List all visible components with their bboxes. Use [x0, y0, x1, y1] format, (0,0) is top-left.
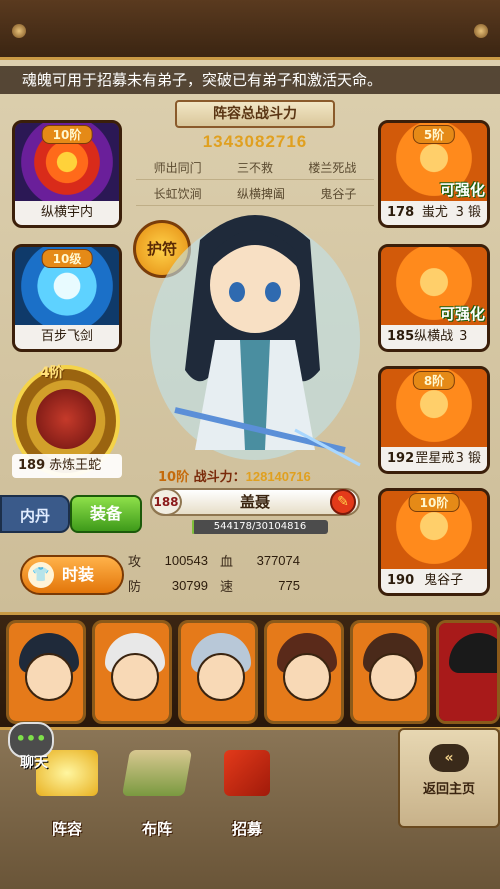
pet-label: 189 赤炼王蛇 — [12, 454, 122, 478]
slot-name: 蚩尤 — [421, 205, 448, 220]
hero-face-icon — [197, 653, 245, 701]
slot-name: 鬼谷子 — [424, 573, 464, 588]
upgrade-badge: 可强化 — [439, 181, 485, 199]
roster-portrait-2[interactable] — [92, 620, 172, 724]
roster-portrait-4[interactable] — [264, 620, 344, 724]
hero-upgrade-button[interactable]: ✎ — [330, 489, 356, 515]
stat-hp: 377074 — [256, 553, 300, 568]
roster-portrait-1[interactable] — [6, 620, 86, 724]
slot-level: 192 — [387, 451, 415, 466]
slot-rank: 10阶 — [408, 493, 460, 512]
slot-rank: 10级 — [41, 249, 93, 268]
formation-board-icon — [121, 750, 193, 796]
hero-figure[interactable] — [145, 200, 365, 470]
slot-weapon[interactable]: 5阶 可强化 178 蚩尤 3 锻 — [378, 120, 490, 228]
hero-power: 128140716 — [245, 469, 311, 484]
fate-item[interactable]: 楼兰死战 — [304, 158, 360, 177]
pet-level: 189 — [18, 458, 46, 473]
roster-portrait-5[interactable] — [350, 620, 430, 724]
nav-formation[interactable]: 布阵 — [112, 750, 202, 838]
hero-face-icon — [369, 653, 417, 701]
slot-martial-art-1[interactable]: 10阶 纵横宇内 — [12, 120, 122, 228]
hero-stats: 攻 100543 血 377074 防 30799 速 775 — [128, 548, 360, 598]
exp-fill — [192, 520, 195, 534]
slot-name: 百步飞剑 — [40, 329, 93, 344]
slot-rank: 10阶 — [41, 125, 93, 144]
slot-count: 3 锻 — [455, 451, 481, 466]
slot-armor[interactable]: 可强化 185 纵横战袍 3 锻 — [378, 244, 490, 352]
slot-name: 罡星戒 — [415, 451, 455, 466]
hero-face-icon — [25, 653, 73, 701]
return-home-label: 返回主页 — [422, 782, 475, 797]
recruit-flag-icon — [224, 750, 270, 796]
slot-name: 纵横宇内 — [40, 205, 93, 220]
fate-item[interactable]: 师出同门 — [150, 158, 206, 177]
slot-level: 190 — [387, 573, 415, 588]
stat-speed: 775 — [278, 578, 300, 593]
roster-portrait-3[interactable] — [178, 620, 258, 724]
fate-row-1: 师出同门 三不救 楼兰死战 — [136, 156, 374, 180]
fashion-label: 时装 — [62, 565, 95, 584]
stat-label: 攻 — [128, 555, 142, 570]
red-snake-icon — [36, 389, 96, 449]
nav-recruit-label: 招募 — [231, 820, 262, 838]
tip-bar: 魂魄可用于招募未有弟子，突破已有弟子和激活天命。 — [0, 66, 500, 94]
top-frame — [0, 0, 500, 60]
stat-label: 血 — [220, 555, 234, 570]
stat-defense: 30799 — [171, 578, 208, 593]
lineup-power-value: 1343082716 — [202, 132, 308, 151]
fate-item[interactable]: 三不救 — [233, 158, 277, 177]
hero-face-icon — [283, 653, 331, 701]
lineup-power-banner: 阵容总战斗力 — [175, 100, 335, 128]
slot-book[interactable]: 10阶 190 鬼谷子 — [378, 488, 490, 596]
slot-rank: 5阶 — [412, 125, 456, 144]
hero-exp-text: 544178/30104816 — [213, 521, 307, 532]
slot-count: 3 锻 — [455, 205, 481, 220]
pet-rank: 4阶 — [40, 365, 64, 381]
shirt-icon: 👕 — [28, 562, 54, 588]
hero-face-icon — [111, 653, 159, 701]
slot-name: 纵横战袍 — [414, 329, 454, 344]
hero-power-label: 战斗力： — [193, 470, 246, 485]
tab-neidan[interactable]: 内丹 — [0, 495, 70, 533]
hero-rank-power: 10阶 战斗力：128140716 — [158, 466, 311, 485]
fashion-button[interactable]: 👕 时装 — [20, 555, 124, 595]
tab-equip[interactable]: 装备 — [70, 495, 142, 533]
slot-rank: 8阶 — [412, 371, 456, 390]
nav-formation-label: 布阵 — [141, 820, 172, 838]
hero-exp-bar: 544178/30104816 — [192, 520, 328, 534]
slot-level: 185 — [387, 329, 415, 344]
slot-ring[interactable]: 8阶 192 罡星戒 3 锻 — [378, 366, 490, 474]
stat-label: 防 — [128, 580, 142, 595]
slot-martial-art-2[interactable]: 10级 百步飞剑 — [12, 244, 122, 352]
chat-label: 聊天 — [20, 755, 48, 771]
nav-lineup-label: 阵容 — [51, 820, 82, 838]
roster-portrait-6[interactable] — [436, 620, 500, 724]
pet-name: 赤炼王蛇 — [49, 458, 102, 473]
stat-attack: 100543 — [164, 553, 208, 568]
slot-level: 178 — [387, 205, 415, 220]
hero-level: 188 — [150, 488, 182, 516]
nav-recruit[interactable]: 招募 — [202, 750, 292, 838]
return-home-button[interactable]: « 返回主页 — [398, 728, 500, 828]
upgrade-badge: 可强化 — [439, 305, 485, 323]
stat-label: 速 — [220, 580, 234, 595]
hero-rank: 10阶 — [158, 470, 190, 485]
slot-count: 3 锻 — [459, 329, 468, 344]
double-chevron-left-icon: « — [429, 744, 469, 772]
